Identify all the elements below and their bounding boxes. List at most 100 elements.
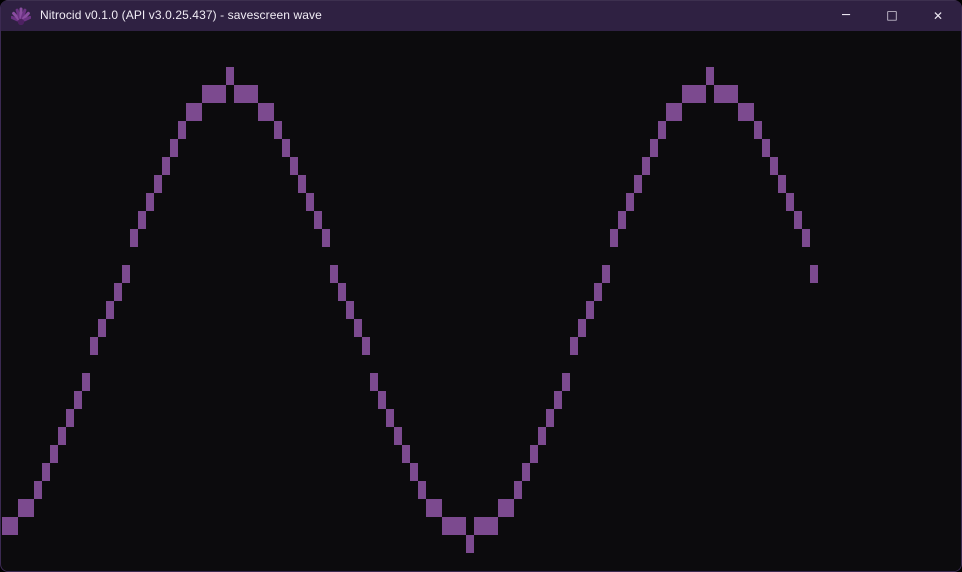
wave-block: [610, 229, 618, 247]
caption-buttons: ─ □ ✕: [823, 0, 961, 31]
wave-block: [730, 85, 738, 103]
wave-block: [802, 229, 810, 247]
minimize-button[interactable]: ─: [823, 0, 869, 31]
wave-block: [354, 319, 362, 337]
wave-block: [82, 373, 90, 391]
wave-block: [618, 211, 626, 229]
wave-block: [810, 265, 818, 283]
wave-block: [370, 373, 378, 391]
wave-block: [58, 427, 66, 445]
wave-block: [770, 157, 778, 175]
wave-block: [426, 499, 434, 517]
maximize-button[interactable]: □: [869, 0, 915, 31]
wave-block: [594, 283, 602, 301]
wave-block: [170, 139, 178, 157]
wave-block: [314, 211, 322, 229]
wave-block: [698, 85, 706, 103]
wave-block: [2, 517, 10, 535]
wave-block: [650, 139, 658, 157]
wave-block: [138, 211, 146, 229]
wave-block: [554, 391, 562, 409]
wave-block: [786, 193, 794, 211]
wave-block: [538, 427, 546, 445]
wave-block: [362, 337, 370, 355]
wave-block: [162, 157, 170, 175]
wave-block: [514, 481, 522, 499]
wave-block: [106, 301, 114, 319]
wave-block: [122, 265, 130, 283]
wave-block: [242, 85, 250, 103]
wave-block: [602, 265, 610, 283]
nitrocid-logo-icon: [11, 7, 31, 25]
wave-block: [626, 193, 634, 211]
wave-block: [298, 175, 306, 193]
wave-block: [714, 85, 722, 103]
wave-block: [410, 463, 418, 481]
wave-block: [98, 319, 106, 337]
wave-block: [562, 373, 570, 391]
wave-block: [210, 85, 218, 103]
wave-block: [394, 427, 402, 445]
wave-block: [226, 67, 234, 85]
wave-block: [498, 499, 506, 517]
wave-block: [530, 445, 538, 463]
wave-block: [778, 175, 786, 193]
wave-block: [74, 391, 82, 409]
wave-block: [10, 517, 18, 535]
wave-block: [570, 337, 578, 355]
wave-block: [762, 139, 770, 157]
wave-block: [322, 229, 330, 247]
wave-block: [346, 301, 354, 319]
wave-block: [722, 85, 730, 103]
wave-block: [418, 481, 426, 499]
wave-block: [482, 517, 490, 535]
wave-block: [490, 517, 498, 535]
wave-block: [130, 229, 138, 247]
wave-block: [186, 103, 194, 121]
wave-block: [146, 193, 154, 211]
wave-block: [578, 319, 586, 337]
wave-block: [506, 499, 514, 517]
wave-block: [194, 103, 202, 121]
wave-block: [258, 103, 266, 121]
wave-block: [706, 67, 714, 85]
wave-block: [234, 85, 242, 103]
wave-block: [386, 409, 394, 427]
wave-block: [18, 499, 26, 517]
wave-block: [266, 103, 274, 121]
wave-block: [178, 121, 186, 139]
wave-block: [282, 139, 290, 157]
wave-block: [754, 121, 762, 139]
window-title: Nitrocid v0.1.0 (API v3.0.25.437) - save…: [40, 0, 322, 31]
wave-block: [474, 517, 482, 535]
wave-block: [378, 391, 386, 409]
wave-block: [42, 463, 50, 481]
wave-block: [522, 463, 530, 481]
wave-block: [466, 535, 474, 553]
wave-block: [738, 103, 746, 121]
window-titlebar[interactable]: Nitrocid v0.1.0 (API v3.0.25.437) - save…: [1, 0, 961, 31]
nitrocid-window: Nitrocid v0.1.0 (API v3.0.25.437) - save…: [0, 0, 962, 572]
wave-block: [114, 283, 122, 301]
wave-block: [90, 337, 98, 355]
wave-block: [34, 481, 42, 499]
wave-block: [746, 103, 754, 121]
close-button[interactable]: ✕: [915, 0, 961, 31]
wave-block: [306, 193, 314, 211]
wave-block: [682, 85, 690, 103]
wave-block: [202, 85, 210, 103]
wave-block: [546, 409, 554, 427]
wave-block: [642, 157, 650, 175]
wave-block: [26, 499, 34, 517]
wave-block: [450, 517, 458, 535]
wave-block: [338, 283, 346, 301]
wave-block: [218, 85, 226, 103]
wave-block: [634, 175, 642, 193]
terminal-screen[interactable]: [2, 31, 962, 571]
wave-block: [674, 103, 682, 121]
wave-block: [690, 85, 698, 103]
wave-block: [402, 445, 410, 463]
wave-block: [458, 517, 466, 535]
wave-block: [442, 517, 450, 535]
wave-block: [154, 175, 162, 193]
